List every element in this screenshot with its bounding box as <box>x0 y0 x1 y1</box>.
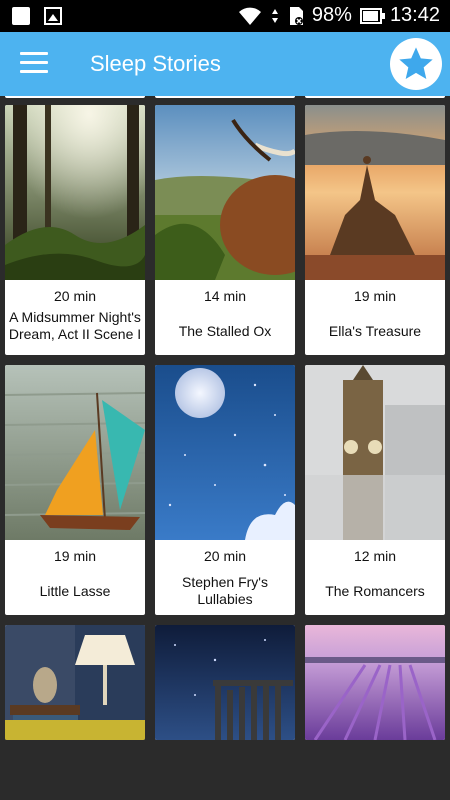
story-thumbnail-highland-cow <box>155 105 295 280</box>
story-title: Ella's Treasure <box>328 322 422 339</box>
story-duration: 19 min <box>353 288 397 304</box>
hamburger-menu-icon[interactable] <box>20 52 48 74</box>
battery-percent: 98% <box>311 4 352 26</box>
story-thumbnail-bunny-lamp <box>5 625 145 740</box>
story-thumbnail-forest <box>5 105 145 280</box>
story-title: The Stalled Ox <box>178 322 272 339</box>
story-duration: 20 min <box>53 288 97 304</box>
favorites-button[interactable] <box>390 38 442 90</box>
image-notification-icon <box>44 7 62 25</box>
story-card-partial[interactable] <box>155 625 295 740</box>
story-card-partial[interactable] <box>5 625 145 740</box>
story-duration: 19 min <box>53 548 97 564</box>
story-card-stephen-fry-lullabies[interactable]: 20 min Stephen Fry's Lullabies <box>155 365 295 615</box>
notification-square-icon <box>12 7 30 25</box>
story-card-ellas-treasure[interactable]: 19 min Ella's Treasure <box>305 105 445 355</box>
previous-row-edge <box>155 96 295 98</box>
wifi-icon <box>238 7 261 25</box>
previous-row-edge <box>5 96 145 98</box>
story-thumbnail-lavender-field <box>305 625 445 740</box>
page-title: Sleep Stories <box>90 51 221 76</box>
story-card-little-lasse[interactable]: 19 min Little Lasse <box>5 365 145 615</box>
story-card-stalled-ox[interactable]: 14 min The Stalled Ox <box>155 105 295 355</box>
story-thumbnail-night-ruins <box>155 625 295 740</box>
story-thumbnail-sailboat <box>5 365 145 540</box>
data-arrows-icon <box>271 8 278 23</box>
no-sim-icon <box>289 6 303 25</box>
story-thumbnail-big-ben-fog <box>305 365 445 540</box>
story-thumbnail-moon-night <box>155 365 295 540</box>
app-bar: Sleep Stories <box>0 32 450 96</box>
story-title: Little Lasse <box>39 582 111 599</box>
stories-grid[interactable]: 20 min A Midsummer Night's Dream, Act II… <box>0 96 450 800</box>
star-icon <box>399 47 433 79</box>
story-duration: 12 min <box>353 548 397 564</box>
status-bar: 98% 13:42 <box>0 0 450 32</box>
story-thumbnail-sandcastle <box>305 105 445 280</box>
story-card-midsummer[interactable]: 20 min A Midsummer Night's Dream, Act II… <box>5 105 145 355</box>
story-duration: 20 min <box>203 548 247 564</box>
clock: 13:42 <box>389 4 440 26</box>
previous-row-edge <box>305 96 445 98</box>
story-title: The Romancers <box>325 582 425 599</box>
story-card-romancers[interactable]: 12 min The Romancers <box>305 365 445 615</box>
battery-icon <box>359 7 385 24</box>
story-duration: 14 min <box>203 288 247 304</box>
story-card-partial[interactable] <box>305 625 445 740</box>
story-title: Stephen Fry's Lullabies <box>182 574 268 607</box>
story-title: A Midsummer Night's Dream, Act II Scene … <box>8 309 142 342</box>
